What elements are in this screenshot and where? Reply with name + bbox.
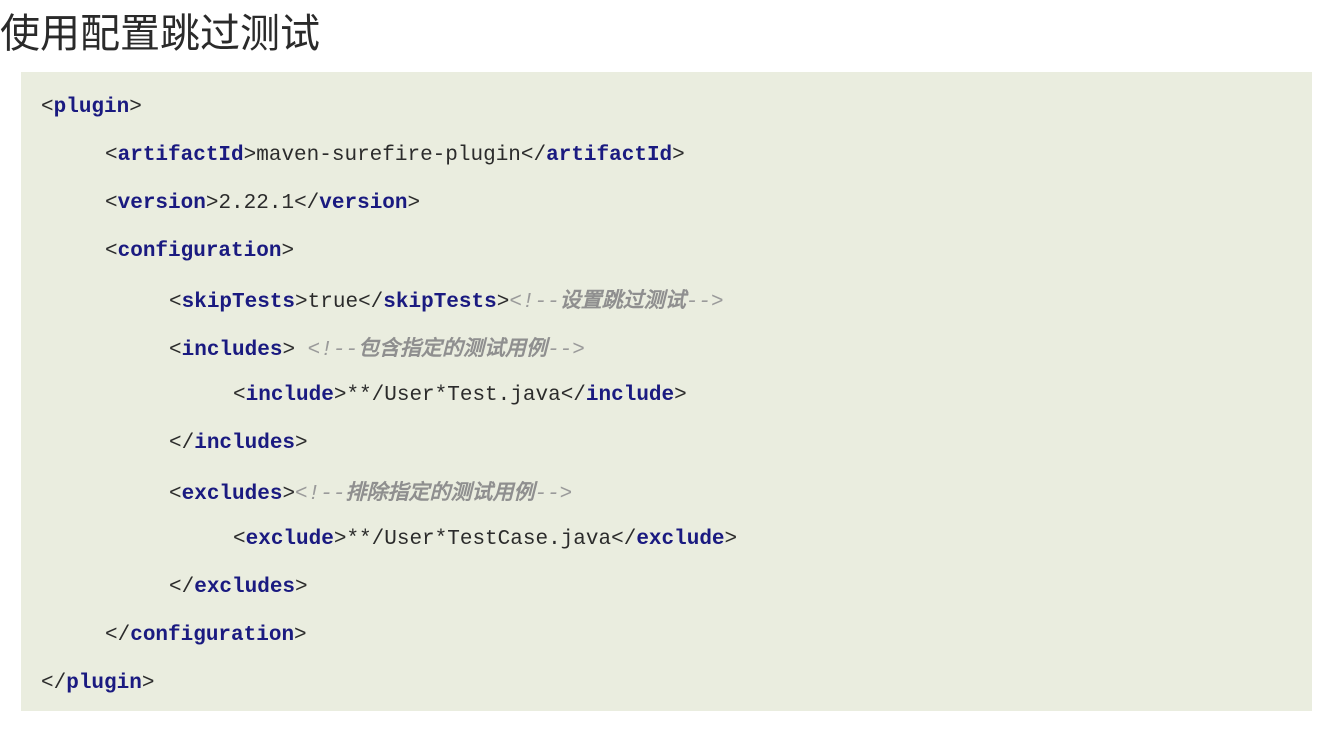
tag-bracket: < [105, 192, 118, 215]
tag-name: artifactId [546, 144, 673, 167]
code-line: <plugin> [41, 93, 142, 123]
element-value: maven-surefire-plugin [256, 144, 521, 167]
tag-name: configuration [130, 624, 295, 647]
page-title: 使用配置跳过测试 [0, 11, 320, 57]
tag-name: excludes [181, 483, 283, 506]
tag-bracket: </ [294, 192, 320, 215]
xml-comment: <!--排除指定的测试用例--> [295, 480, 573, 506]
tag-name: artifactId [117, 144, 244, 167]
tag-name: plugin [53, 96, 130, 119]
comment-open: <!-- [509, 291, 560, 314]
tag-bracket: > [205, 192, 219, 215]
tag-name: skipTests [383, 291, 497, 314]
xml-comment: <!--设置跳过测试--> [509, 288, 724, 314]
tag-bracket: > [141, 672, 155, 695]
tag-bracket: </ [169, 576, 195, 599]
tag-name: includes [181, 339, 283, 362]
tag-bracket: </ [358, 291, 384, 314]
tag-bracket: < [169, 291, 182, 314]
tag-bracket: < [233, 528, 246, 551]
tag-bracket: </ [105, 624, 131, 647]
tag-name: include [245, 384, 334, 407]
tag-bracket: </ [611, 528, 637, 551]
tag-bracket: > [407, 192, 421, 215]
comment-text: 包含指定的测试用例 [358, 336, 548, 360]
comment-text: 排除指定的测试用例 [345, 480, 535, 504]
tag-name: configuration [117, 240, 282, 263]
tag-name: version [319, 192, 408, 215]
element-value: true [307, 291, 359, 314]
code-line: <skipTests>true</skipTests><!--设置跳过测试--> [169, 285, 724, 315]
tag-bracket: < [41, 96, 54, 119]
tag-bracket: > [129, 96, 142, 119]
tag-bracket: < [105, 240, 118, 263]
tag-bracket: < [233, 384, 246, 407]
code-line: <includes> <!--包含指定的测试用例--> [169, 333, 585, 363]
code-line: <include>**/User*Test.java</include> [233, 381, 687, 411]
comment-close: --> [547, 339, 585, 362]
code-line: </excludes> [169, 573, 308, 603]
tag-bracket: > [333, 384, 347, 407]
tag-bracket: > [496, 291, 510, 314]
tag-bracket: > [243, 144, 257, 167]
comment-close: --> [534, 483, 573, 506]
tag-bracket: > [294, 624, 307, 647]
comment-close: --> [685, 291, 724, 314]
code-line: <exclude>**/User*TestCase.java</exclude> [233, 525, 737, 555]
tag-bracket: > [295, 576, 308, 599]
tag-bracket: > [281, 240, 295, 263]
tag-bracket: > [672, 144, 685, 167]
element-value: 2.22.1 [218, 192, 295, 215]
tag-name: excludes [194, 576, 296, 599]
tag-name: includes [194, 432, 296, 455]
tag-bracket: > [724, 528, 738, 551]
code-line: </includes> [169, 429, 308, 459]
code-line: <version>2.22.1</version> [105, 189, 420, 219]
tag-bracket: </ [560, 384, 586, 407]
comment-text: 设置跳过测试 [559, 288, 686, 312]
tag-bracket: > [295, 291, 308, 314]
tag-name: include [585, 384, 675, 407]
tag-bracket: > [295, 432, 308, 455]
tag-name: plugin [66, 672, 142, 695]
tag-bracket: < [169, 483, 182, 506]
tag-bracket: < [169, 339, 182, 362]
tag-name: exclude [636, 528, 725, 551]
tag-bracket: < [105, 144, 118, 167]
tag-name: version [117, 192, 206, 215]
comment-open: <!-- [295, 483, 346, 506]
comment-open: <!-- [295, 339, 359, 362]
tag-name: exclude [245, 528, 334, 551]
tag-name: skipTests [181, 291, 296, 314]
element-value: **/User*TestCase.java [346, 528, 612, 551]
code-line: <artifactId>maven-surefire-plugin</artif… [105, 141, 685, 171]
code-line: </configuration> [105, 621, 307, 651]
element-value: **/User*Test.java [346, 384, 561, 407]
tag-bracket: > [282, 483, 296, 506]
tag-bracket: </ [41, 672, 67, 695]
tag-bracket: > [282, 339, 296, 362]
tag-bracket: </ [520, 144, 547, 167]
tag-bracket: > [333, 528, 347, 551]
code-line: </plugin> [41, 669, 154, 699]
tag-bracket: > [674, 384, 687, 407]
code-line: <excludes><!--排除指定的测试用例--> [169, 477, 572, 507]
code-line: <configuration> [105, 237, 294, 267]
xml-comment: <!--包含指定的测试用例--> [295, 336, 585, 362]
code-block: <plugin> <artifactId>maven-surefire-plugi… [21, 72, 1312, 711]
tag-bracket: </ [169, 432, 195, 455]
